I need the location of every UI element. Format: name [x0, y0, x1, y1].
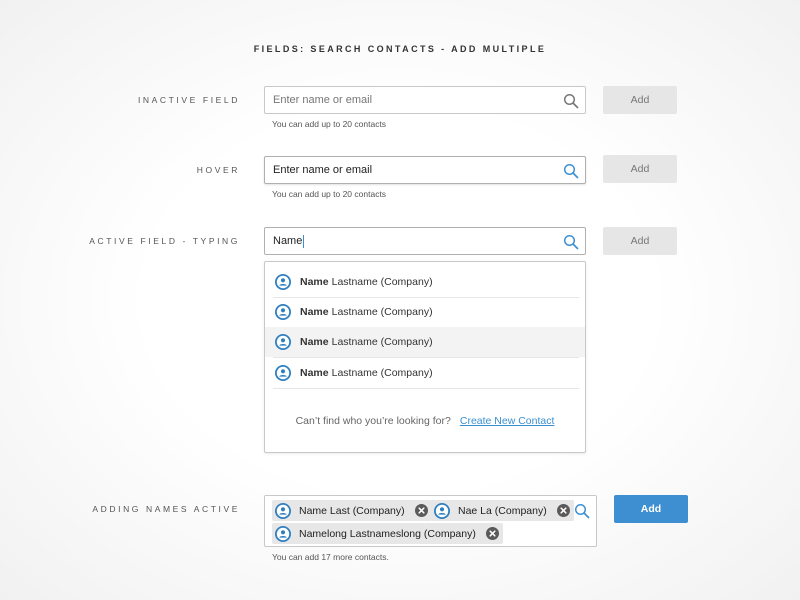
active-field-label: ACTIVE FIELD - TYPING — [89, 236, 240, 246]
chip-label: Name Last (Company) — [299, 504, 405, 517]
remove-chip-icon[interactable] — [486, 527, 499, 540]
create-new-contact-link[interactable]: Create New Contact — [460, 415, 555, 427]
suggestion-name: Name — [300, 306, 329, 318]
adding-add-button[interactable]: Add — [614, 495, 688, 523]
active-add-button[interactable]: Add — [603, 227, 677, 255]
active-search-input[interactable]: Name — [264, 227, 586, 255]
suggestion-name: Name — [300, 367, 329, 379]
inactive-helper-text: You can add up to 20 contacts — [272, 119, 387, 129]
avatar-icon — [275, 503, 291, 519]
avatar-icon — [275, 526, 291, 542]
inactive-add-button[interactable]: Add — [603, 86, 677, 114]
search-icon[interactable] — [574, 503, 590, 519]
typed-value: Name — [273, 235, 303, 247]
suggestion-rest: Lastname (Company) — [331, 336, 433, 348]
avatar-icon — [275, 304, 291, 320]
search-icon[interactable] — [563, 234, 579, 250]
suggestion-name: Name — [300, 276, 329, 288]
remove-chip-icon[interactable] — [557, 504, 570, 517]
suggestion-item[interactable]: Name Lastname (Company) — [265, 297, 585, 327]
contact-chip: Namelong Lastnameslong (Company) — [272, 523, 503, 544]
hover-field-label: HOVER — [196, 165, 240, 175]
contact-chip: Name Last (Company) — [272, 500, 432, 521]
suggestion-item[interactable]: Name Lastname (Company) — [265, 358, 585, 388]
inactive-search-input[interactable]: Enter name or email — [264, 86, 586, 114]
search-icon[interactable] — [563, 93, 579, 109]
suggestion-rest: Lastname (Company) — [331, 367, 433, 379]
dropdown-footer: Can’t find who you’re looking for? Create… — [265, 415, 585, 427]
avatar-icon — [275, 334, 291, 350]
adding-helper-text: You can add 17 more contacts. — [272, 552, 389, 562]
suggestion-item[interactable]: Name Lastname (Company) — [265, 267, 585, 297]
chip-label: Namelong Lastnameslong (Company) — [299, 527, 476, 540]
text-caret — [303, 234, 305, 248]
multi-contact-input[interactable]: Name Last (Company) Nae La (Company) Nam… — [264, 495, 597, 547]
hover-search-input[interactable]: Enter name or email — [264, 156, 586, 184]
adding-names-label: ADDING NAMES ACTIVE — [92, 504, 240, 514]
hover-helper-text: You can add up to 20 contacts — [272, 189, 387, 199]
suggestion-name: Name — [300, 336, 329, 348]
remove-chip-icon[interactable] — [415, 504, 428, 517]
inactive-placeholder: Enter name or email — [273, 94, 373, 106]
not-found-text: Can’t find who you’re looking for? — [295, 415, 451, 427]
avatar-icon — [275, 274, 291, 290]
inactive-field-label: INACTIVE FIELD — [137, 95, 240, 105]
suggestion-item-highlighted[interactable]: Name Lastname (Company) — [265, 327, 585, 357]
page-title: FIELDS: SEARCH CONTACTS - ADD MULTIPLE — [253, 44, 547, 54]
divider — [273, 388, 579, 389]
hover-placeholder: Enter name or email — [273, 164, 373, 176]
contact-chip: Nae La (Company) — [431, 500, 574, 521]
avatar-icon — [434, 503, 450, 519]
search-icon[interactable] — [563, 163, 579, 179]
suggestions-dropdown: Name Lastname (Company) Name Lastname (C… — [264, 261, 586, 453]
chip-label: Nae La (Company) — [458, 504, 547, 517]
avatar-icon — [275, 365, 291, 381]
suggestion-rest: Lastname (Company) — [331, 276, 433, 288]
suggestion-rest: Lastname (Company) — [331, 306, 433, 318]
hover-add-button[interactable]: Add — [603, 155, 677, 183]
